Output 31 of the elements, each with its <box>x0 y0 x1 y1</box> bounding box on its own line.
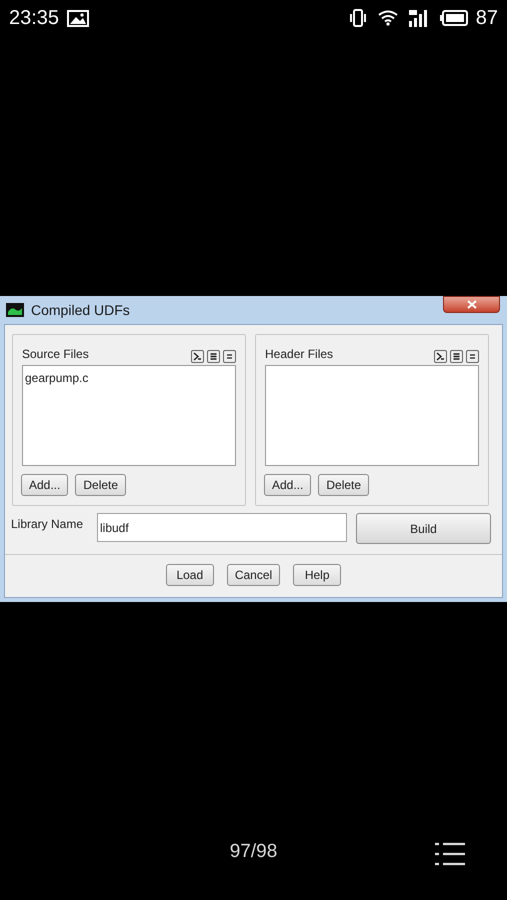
list-icon[interactable] <box>207 350 220 363</box>
image-icon <box>67 10 90 26</box>
help-button[interactable]: Help <box>293 564 342 586</box>
app-icon <box>6 303 24 317</box>
file-list[interactable]: gearpump.c <box>22 365 236 466</box>
file-item[interactable]: gearpump.c <box>25 369 233 387</box>
close-button[interactable] <box>443 296 500 313</box>
menu-icon[interactable] <box>435 842 465 866</box>
group-title: Source Files <box>22 346 89 363</box>
time-text: 23:35 <box>9 6 60 31</box>
page-counter: 97/98 <box>230 840 278 864</box>
load-button[interactable]: Load <box>166 564 214 586</box>
add-button[interactable]: Add... <box>21 474 68 496</box>
signal-icon <box>408 9 430 27</box>
delete-button[interactable]: Delete <box>75 474 126 496</box>
window-title: Compiled UDFs <box>31 300 130 320</box>
equals-icon[interactable] <box>466 350 479 363</box>
battery-icon <box>440 10 468 26</box>
library-name-label: Library Name <box>11 516 84 533</box>
library-name-field[interactable]: libudf <box>97 513 347 542</box>
vibrate-icon <box>348 8 368 28</box>
build-button[interactable]: Build <box>356 513 491 544</box>
equals-icon[interactable] <box>223 350 236 363</box>
add-button[interactable]: Add... <box>264 474 312 496</box>
close-icon <box>466 300 476 309</box>
battery-level: 87 <box>476 6 498 31</box>
delete-button[interactable]: Delete <box>318 474 370 496</box>
list-icon[interactable] <box>450 350 463 363</box>
cancel-button[interactable]: Cancel <box>226 564 280 586</box>
group-title: Header Files <box>265 346 334 363</box>
wifi-icon <box>378 10 398 26</box>
